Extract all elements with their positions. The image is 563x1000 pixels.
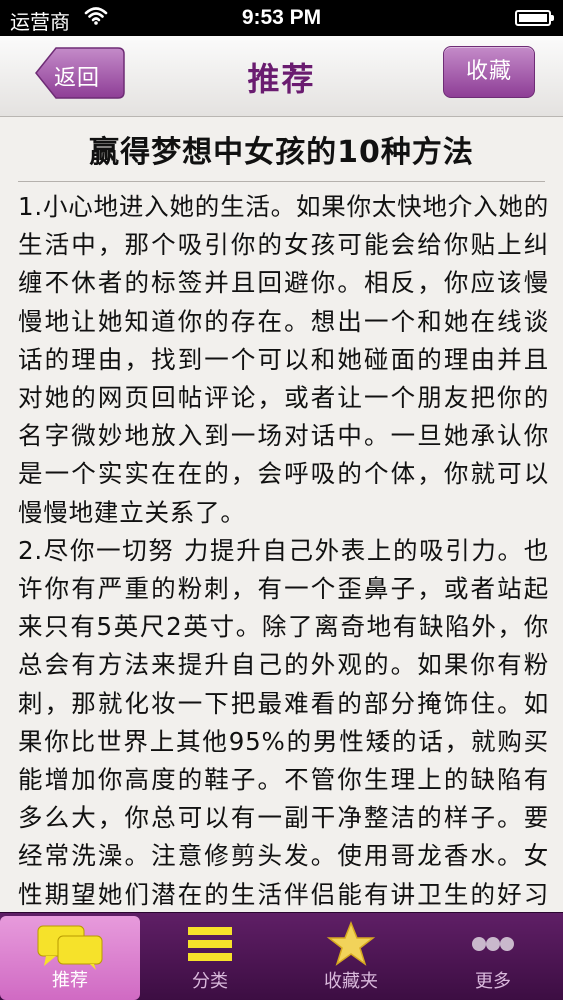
tab-favorites[interactable]: 收藏夹: [281, 913, 421, 1000]
tab-categories-label: 分类: [192, 971, 228, 992]
article-title: 赢得梦想中女孩的10种方法: [18, 127, 545, 182]
tab-more-label: 更多: [475, 971, 511, 992]
article-paragraph-2: 2.尽你一切努 力提升自己外表上的吸引力。也许你有严重的粉刺，有一个歪鼻子，或者…: [18, 535, 549, 909]
article-paragraph-1: 1.小心地进入她的生活。如果你太快地介入她的生活中，那个吸引你的女孩可能会给你贴…: [18, 192, 549, 527]
battery-icon: [515, 10, 554, 26]
status-time: 9:53 PM: [241, 6, 322, 29]
tab-recommend-label: 推荐: [52, 970, 88, 991]
status-bar: 运营商 9:53 PM: [0, 0, 563, 36]
tab-bar: 推荐 分类 收藏夹 更多: [0, 912, 563, 1000]
chat-bubbles-icon: [37, 925, 103, 970]
favorite-button[interactable]: 收藏: [443, 46, 535, 98]
tab-categories[interactable]: 分类: [140, 913, 280, 1000]
list-icon: [188, 927, 232, 961]
tab-more[interactable]: 更多: [423, 913, 563, 1000]
tab-favorites-label: 收藏夹: [324, 971, 378, 992]
navigation-bar: 返回 推荐 收藏: [0, 36, 563, 117]
more-dots-icon: [472, 937, 514, 951]
tab-recommend[interactable]: 推荐: [0, 916, 140, 1000]
article-scroll-view[interactable]: 赢得梦想中女孩的10种方法 1.小心地进入她的生活。如果你太快地介入她的生活中，…: [0, 117, 563, 912]
app-screen: 运营商 9:53 PM 返回 推荐 收藏 赢得梦想中女孩的10种方法 1.小心地…: [0, 0, 563, 1000]
star-icon: [326, 921, 376, 966]
